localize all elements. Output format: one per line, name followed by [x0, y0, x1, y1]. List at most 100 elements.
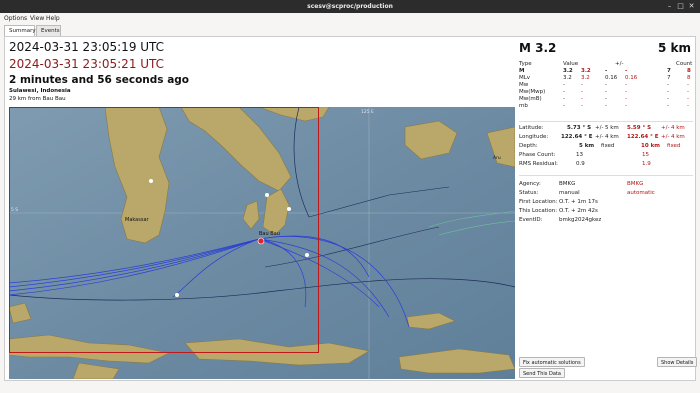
latitude-value: 5.73 ° S	[567, 125, 592, 131]
mag-cell-c1: -	[667, 103, 669, 109]
mag-cell-v1: -	[563, 96, 565, 102]
mag-cell-e2: -	[625, 96, 627, 102]
epicenter-marker[interactable]	[257, 237, 265, 245]
status-value: manual	[559, 190, 580, 196]
agency-value: BMKG	[559, 181, 576, 187]
longitude-value: 122.64 ° E	[561, 134, 593, 140]
mag-cell-e2: -	[625, 82, 627, 88]
longitude-error: 4 km	[605, 134, 619, 140]
status-value-auto: automatic	[627, 190, 655, 196]
mag-cell-c1: -	[667, 89, 669, 95]
mag-cell-c1: 7	[667, 68, 671, 74]
longitude-pm-auto: +/-	[661, 134, 670, 140]
mag-cell-e1: -	[605, 89, 607, 95]
depth-title: 5 km	[657, 41, 691, 55]
mag-cell-c2: -	[687, 96, 689, 102]
col-type: Type	[519, 61, 532, 67]
menu-view[interactable]: View	[30, 15, 44, 22]
city-label: Bau Bau	[259, 231, 280, 237]
mag-cell-type: Mw	[519, 82, 529, 88]
info-table: Agency: BMKG BMKG Status: manual automat…	[519, 181, 693, 231]
mag-cell-c2: -	[687, 82, 689, 88]
mag-cell-c2: 8	[687, 68, 691, 74]
depth-status-auto: fixed	[667, 143, 681, 149]
agency-value-auto: BMKG	[627, 181, 644, 187]
fix-automatic-button[interactable]: Fix automatic solutions	[519, 357, 585, 367]
longitude-error-auto: 4 km	[671, 134, 685, 140]
divider	[519, 175, 693, 176]
depth-value: 5 km	[579, 143, 595, 149]
longitude-value-auto: 122.64 ° E	[627, 134, 659, 140]
latitude-error-auto: 4 km	[671, 125, 685, 131]
mag-cell-type: mb	[519, 103, 528, 109]
magnitude-title: M 3.2	[519, 41, 557, 55]
lon-tick-label: 125 E	[361, 109, 374, 115]
agency-label: Agency:	[519, 181, 541, 187]
station-marker[interactable]	[287, 207, 291, 211]
origin-time: 2024-03-31 23:05:19 UTC	[9, 40, 165, 54]
mag-cell-v2: 3.2	[581, 75, 590, 81]
station-marker[interactable]	[175, 293, 179, 297]
event-map[interactable]: Makassar Bau Bau 5 S 125 E Aru	[9, 107, 515, 379]
phase-count-label: Phase Count:	[519, 152, 556, 158]
mag-cell-e2: 0.16	[625, 75, 638, 81]
close-icon[interactable]: ✕	[687, 2, 696, 11]
tab-summary[interactable]: Summary	[4, 25, 36, 36]
menu-help[interactable]: Help	[46, 15, 60, 22]
mag-cell-v2: -	[581, 82, 583, 88]
mag-cell-e1: -	[605, 68, 608, 74]
phase-count-auto: 15	[642, 152, 649, 158]
mag-cell-e1: 0.16	[605, 75, 618, 81]
show-details-button[interactable]: Show Details	[657, 357, 698, 367]
phase-count: 13	[576, 152, 583, 158]
mag-cell-e1: -	[605, 82, 607, 88]
mag-cell-type: Mw(Mwp)	[519, 89, 546, 95]
nearest-city: 29 km from Bau Bau	[9, 96, 66, 102]
mag-cell-v1: 3.2	[563, 75, 572, 81]
region-name: Sulawesi, Indonesia	[9, 88, 71, 94]
mag-cell-v2: -	[581, 96, 583, 102]
map-canvas: Makassar Bau Bau 5 S 125 E Aru	[9, 107, 515, 379]
mag-cell-type: Mw(mB)	[519, 96, 542, 102]
tab-events[interactable]: Events	[36, 25, 61, 36]
mag-cell-c2: 8	[687, 75, 691, 81]
rms-value-auto: 1.9	[642, 161, 651, 167]
location-table: Latitude: 5.73 ° S +/- 5 km 5.59 ° S +/-…	[519, 125, 693, 175]
maximize-icon[interactable]: □	[676, 2, 685, 11]
city-label: Makassar	[125, 217, 150, 223]
depth-status: fixed	[601, 143, 615, 149]
mag-cell-type: MLv	[519, 75, 531, 81]
time-ago: 2 minutes and 56 seconds ago	[9, 74, 190, 86]
station-marker[interactable]	[149, 179, 153, 183]
mag-cell-v1: -	[563, 89, 565, 95]
depth-value-auto: 10 km	[641, 143, 660, 149]
mag-cell-e2: -	[625, 68, 628, 74]
latitude-pm-auto: +/-	[661, 125, 670, 131]
event-id-label: EventID:	[519, 217, 543, 223]
mag-cell-c1: 7	[667, 75, 671, 81]
app-window: scesv@scproc/production – □ ✕ Options Vi…	[0, 0, 700, 393]
mag-cell-c1: -	[667, 82, 669, 88]
mag-cell-e2: -	[625, 89, 627, 95]
update-time: 2024-03-31 23:05:21 UTC	[9, 57, 165, 71]
station-marker[interactable]	[305, 253, 309, 257]
col-count: Count	[676, 61, 693, 67]
minimize-icon[interactable]: –	[665, 2, 674, 11]
depth-label: Depth:	[519, 143, 538, 149]
mag-cell-v2: -	[581, 89, 583, 95]
col-error: +/-	[615, 61, 624, 67]
first-location-value: O.T. + 1m 17s	[559, 199, 598, 205]
mag-cell-e1: -	[605, 96, 607, 102]
send-data-button[interactable]: Send This Data	[519, 368, 565, 378]
first-location-label: First Location:	[519, 199, 558, 205]
menu-options[interactable]: Options	[4, 15, 27, 22]
mag-cell-c2: -	[687, 103, 689, 109]
mag-cell-v1: -	[563, 103, 565, 109]
station-marker[interactable]	[265, 193, 269, 197]
mag-cell-v2: 3.2	[581, 68, 591, 74]
mag-cell-e1: -	[605, 103, 607, 109]
longitude-label: Longitude:	[519, 134, 549, 140]
col-value: Value	[563, 61, 579, 67]
place-label: Aru	[493, 155, 501, 161]
latitude-error: 5 km	[605, 125, 619, 131]
